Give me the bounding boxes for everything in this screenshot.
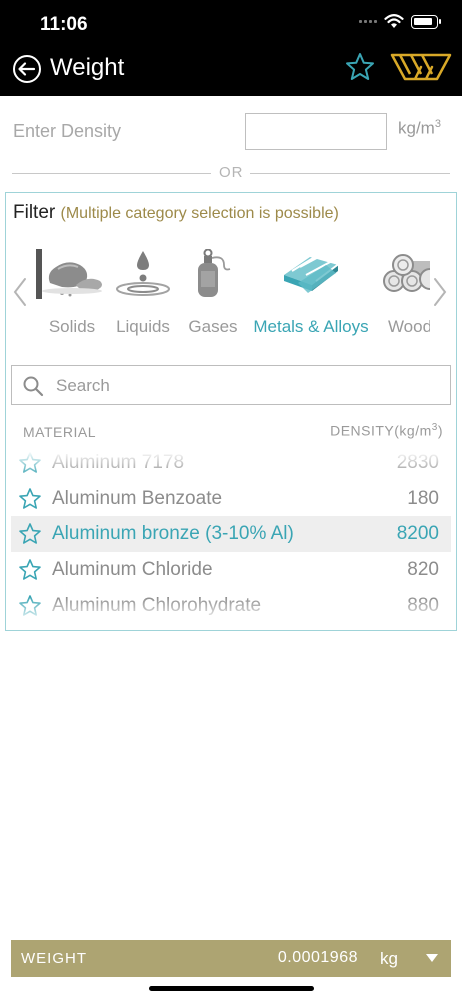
column-header-density: DENSITY(kg/m3) bbox=[330, 422, 443, 439]
weight-unit-selector[interactable]: kg bbox=[380, 949, 398, 969]
category-solids[interactable]: Solids bbox=[32, 249, 112, 349]
page-title: Weight bbox=[50, 54, 125, 81]
search-icon bbox=[23, 376, 44, 397]
category-label: Wood bbox=[387, 317, 430, 336]
divider-line-right bbox=[250, 173, 450, 174]
filter-title: Filter (Multiple category selection is p… bbox=[13, 202, 339, 224]
column-header-density-text: DENSITY(kg/m bbox=[330, 422, 432, 439]
category-metals-alloys[interactable]: Metals & Alloys bbox=[244, 249, 378, 349]
density-input[interactable] bbox=[245, 113, 387, 150]
divider-or-text: OR bbox=[219, 164, 244, 181]
filter-panel: Filter (Multiple category selection is p… bbox=[5, 192, 457, 631]
category-label: Liquids bbox=[116, 317, 170, 336]
category-label: Metals & Alloys bbox=[253, 317, 369, 336]
status-time: 11:06 bbox=[40, 14, 88, 35]
category-liquids[interactable]: Liquids bbox=[110, 249, 176, 349]
material-row[interactable]: Aluminum Benzoate 180 bbox=[11, 481, 451, 517]
favorites-star-icon[interactable] bbox=[344, 51, 376, 83]
category-carousel[interactable]: Solids Liquids Gases Metals & Alloys Woo… bbox=[32, 249, 430, 349]
weight-value: 0.0001968 bbox=[277, 949, 358, 966]
density-unit-exponent: 3 bbox=[434, 118, 441, 130]
nav-bar: Weight bbox=[0, 48, 462, 96]
favorite-star-icon[interactable] bbox=[18, 594, 42, 618]
column-header-density-close: ) bbox=[437, 422, 443, 439]
back-arrow-icon[interactable] bbox=[12, 54, 42, 84]
chevron-down-icon[interactable] bbox=[425, 953, 439, 963]
status-bar: 11:06 bbox=[0, 0, 462, 48]
metals-icon bbox=[284, 252, 341, 293]
material-name: Aluminum Chlorohydrate bbox=[52, 595, 262, 616]
material-density: 8200 bbox=[396, 523, 439, 544]
density-label: Enter Density bbox=[13, 121, 122, 141]
material-name: Aluminum Chloride bbox=[52, 559, 213, 580]
density-unit: kg/m3 bbox=[398, 118, 441, 139]
category-gases[interactable]: Gases bbox=[180, 249, 246, 349]
cellular-signal-icon bbox=[359, 20, 377, 23]
weight-result-bar: WEIGHT 0.0001968 kg bbox=[11, 940, 451, 977]
material-name: Aluminum bronze (3-10% Al) bbox=[52, 523, 294, 544]
wifi-icon bbox=[384, 14, 404, 28]
material-density: 2830 bbox=[396, 452, 439, 473]
divider-line-left bbox=[12, 173, 211, 174]
material-row[interactable]: Aluminum Chlorohydrate 880 bbox=[11, 588, 451, 623]
column-header-material: MATERIAL bbox=[23, 424, 96, 440]
status-icons bbox=[359, 14, 441, 29]
density-unit-base: kg/m bbox=[398, 118, 435, 138]
liquids-icon bbox=[116, 251, 170, 296]
search-box[interactable] bbox=[11, 365, 451, 405]
weight-label: WEIGHT bbox=[21, 950, 87, 967]
wood-icon bbox=[383, 254, 430, 292]
favorite-star-icon[interactable] bbox=[18, 558, 42, 582]
battery-icon bbox=[411, 14, 441, 29]
material-list[interactable]: Aluminum 7178 2830 Aluminum Benzoate 180… bbox=[11, 451, 451, 623]
home-indicator bbox=[149, 986, 314, 991]
gases-icon bbox=[198, 249, 231, 297]
favorite-star-icon[interactable] bbox=[18, 451, 42, 475]
material-density: 820 bbox=[407, 559, 439, 580]
category-label: Solids bbox=[48, 317, 96, 336]
category-wood[interactable]: Wood bbox=[374, 249, 430, 349]
material-density: 880 bbox=[407, 595, 439, 616]
favorite-star-icon[interactable] bbox=[18, 522, 42, 546]
filter-title-text: Filter bbox=[13, 202, 56, 223]
material-name: Aluminum Benzoate bbox=[52, 488, 223, 509]
chevron-left-icon[interactable] bbox=[10, 275, 30, 309]
filter-hint: (Multiple category selection is possible… bbox=[60, 205, 339, 222]
material-row[interactable]: Aluminum Chloride 820 bbox=[11, 552, 451, 588]
material-density: 180 bbox=[407, 488, 439, 509]
favorite-star-icon[interactable] bbox=[18, 487, 42, 511]
search-input[interactable] bbox=[56, 372, 436, 400]
chevron-right-icon[interactable] bbox=[430, 275, 450, 309]
category-label: Gases bbox=[188, 317, 238, 336]
material-row[interactable]: Aluminum 7178 2830 bbox=[11, 451, 451, 481]
material-row-selected[interactable]: Aluminum bronze (3-10% Al) 8200 bbox=[11, 516, 451, 552]
material-name: Aluminum 7178 bbox=[52, 452, 185, 473]
solids-icon bbox=[36, 249, 102, 299]
app-logo-icon bbox=[390, 53, 452, 81]
